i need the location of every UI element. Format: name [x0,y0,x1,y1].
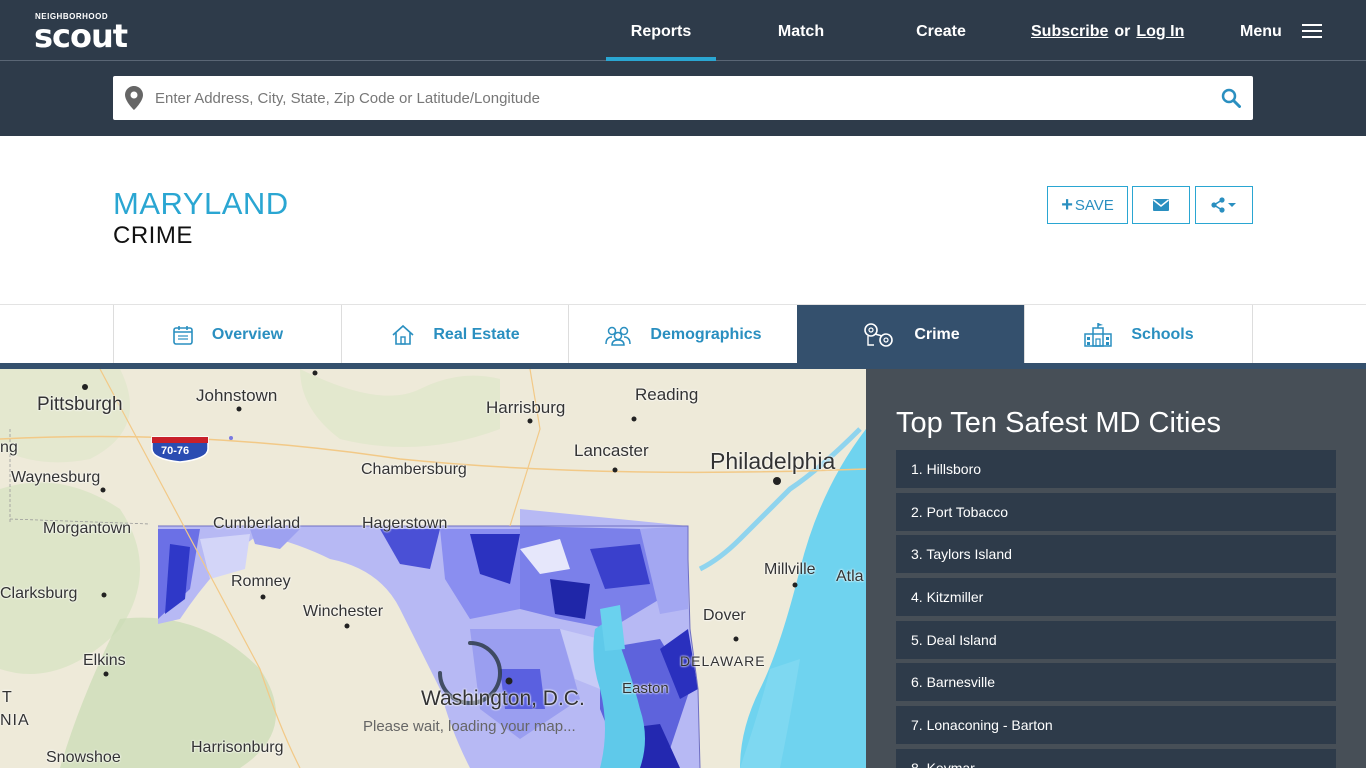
map-label-millville: Millville [764,561,816,578]
page-subtitle: CRIME [113,222,193,249]
tab-demographics-label: Demographics [650,326,762,343]
map-label-reading: Reading [635,385,699,404]
email-button[interactable] [1132,186,1190,224]
map-label-snowshoe: Snowshoe [46,749,121,766]
save-button[interactable]: + SAVE [1047,186,1128,224]
map-label-harrisonburg: Harrisonburg [191,739,284,756]
map-label-easton: Easton [622,680,669,697]
map-label-clarksburg: Clarksburg [0,585,78,602]
login-link[interactable]: Log In [1136,23,1184,40]
section-tabs: Overview Real Estate Demographics Crime … [0,304,1366,365]
map-label-cumberland: Cumberland [213,515,301,532]
map-label-70-76: 70-76 [161,445,190,457]
envelope-icon [1153,199,1169,211]
nav-match[interactable]: Match [746,0,856,61]
tab-real-estate[interactable]: Real Estate [341,305,569,365]
map-loading-text: Please wait, loading your map... [363,718,576,735]
city-list-item[interactable]: 5. Deal Island [896,621,1336,659]
school-building-icon [1084,323,1113,347]
search-box [113,76,1253,120]
safest-cities-panel: Top Ten Safest MD Cities 1. Hillsboro 2.… [866,369,1366,768]
tab-crime[interactable]: Crime [797,305,1025,365]
page-title: MARYLAND [113,186,289,221]
map-label-winchester: Winchester [303,603,384,620]
crime-map[interactable]: 70-76 Pittsburgh Johnstown Harrisburg Re… [0,369,866,768]
map-label-chambersburg: Chambersburg [361,461,467,478]
tab-crime-label: Crime [914,326,960,343]
map-label-waynesburg: Waynesburg [11,469,101,486]
tab-demographics[interactable]: Demographics [568,305,797,365]
save-label: SAVE [1074,196,1114,214]
auth-links: Subscribe or Log In [1031,0,1184,61]
map-label-romney: Romney [231,573,291,590]
city-list-item[interactable]: 3. Taylors Island [896,535,1336,573]
map-label-hagerstown: Hagerstown [362,515,448,532]
map-label-atla: Atla [836,568,864,585]
city-list-item[interactable]: 8. Keymar [896,749,1336,768]
safest-cities-title: Top Ten Safest MD Cities [896,407,1222,439]
tab-overview-label: Overview [211,326,284,343]
tab-schools-label: Schools [1131,326,1194,343]
map-label-philadelphia: Philadelphia [710,448,836,474]
map-label-delaware: DELAWARE [680,653,766,669]
hamburger-icon[interactable] [1302,24,1322,40]
neighborhoodscout-logo[interactable]: NEIGHBORHOOD scout [34,12,128,55]
nav-reports[interactable]: Reports [606,0,716,61]
city-list-item[interactable]: 4. Kitzmiller [896,578,1336,616]
city-list-item[interactable]: 2. Port Tobacco [896,493,1336,531]
tab-overview[interactable]: Overview [113,305,341,365]
people-icon [605,326,632,346]
map-label-morgantown: Morgantown [43,520,132,537]
map-label-nia: NIA [0,712,30,729]
search-input[interactable] [155,84,1195,112]
tab-real-estate-label: Real Estate [433,326,520,343]
or-text: or [1114,23,1131,40]
map-label-johnstown: Johnstown [196,386,278,405]
city-list-item[interactable]: 7. Lonaconing - Barton [896,706,1336,744]
map-label-dover: Dover [703,607,746,624]
handcuffs-icon [864,323,894,347]
share-button[interactable] [1195,186,1253,224]
map-label-t: T [2,689,12,706]
map-label-lancaster: Lancaster [574,441,649,460]
menu-button[interactable]: Menu [1240,0,1282,61]
city-list-item[interactable]: 1. Hillsboro [896,450,1336,488]
search-icon[interactable] [1221,88,1241,108]
subscribe-link[interactable]: Subscribe [1031,23,1108,40]
map-pin-icon [125,86,143,110]
share-icon [1211,197,1236,213]
map-label-ng: ng [0,439,18,456]
search-band [0,61,1366,136]
plus-icon: + [1061,194,1073,216]
map-label-harrisburg: Harrisburg [486,398,566,417]
calendar-icon [173,326,193,345]
house-icon [392,324,414,345]
city-list-item[interactable]: 6. Barnesville [896,663,1336,701]
map-label-washington-dc: Washington, D.C. [421,687,585,710]
tab-schools[interactable]: Schools [1024,305,1253,365]
nav-create[interactable]: Create [886,0,996,61]
map-label-elkins: Elkins [83,652,126,669]
top-nav: NEIGHBORHOOD scout Reports Match Create … [0,0,1366,61]
map-label-pittsburgh: Pittsburgh [37,394,123,415]
logo-big-text: scout [34,17,128,55]
